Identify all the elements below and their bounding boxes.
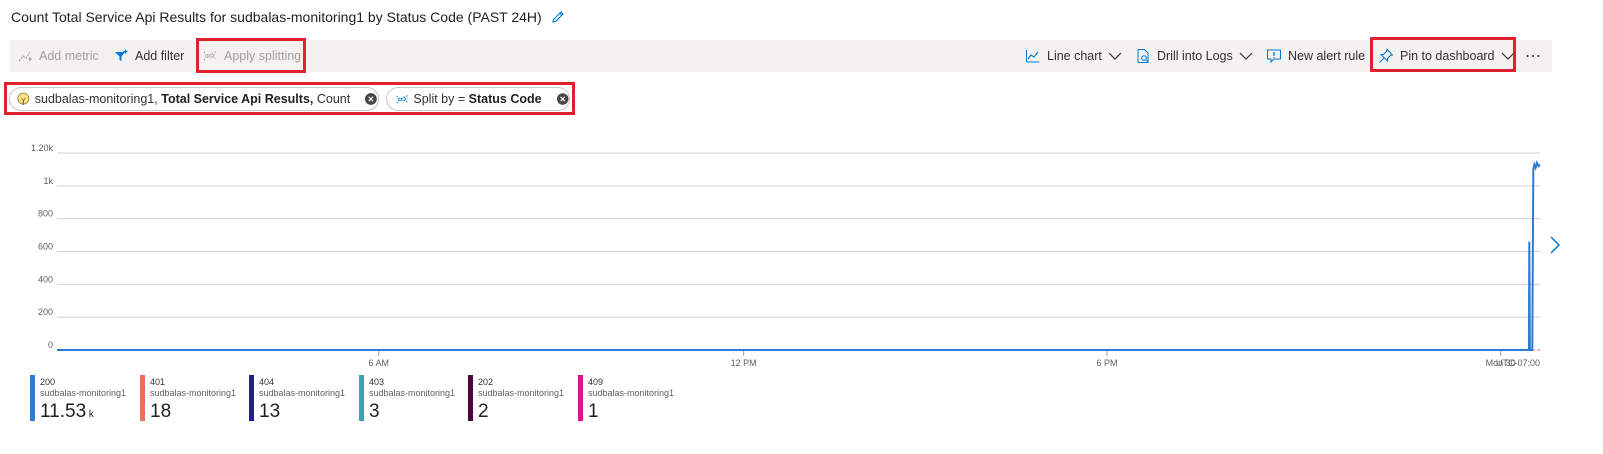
y-tick-label: 1k <box>43 176 53 186</box>
legend-value-unit: k <box>86 409 94 420</box>
x-tick-label: 12 PM <box>731 358 757 368</box>
legend-value-number: 1 <box>588 401 599 422</box>
split-pill[interactable]: Split by = Status Code <box>386 87 570 111</box>
legend-status-code: 200 <box>40 377 56 387</box>
close-icon[interactable] <box>364 92 378 106</box>
pin-to-dashboard-dropdown[interactable]: Pin to dashboard <box>1378 40 1515 72</box>
pin-to-dashboard-label: Pin to dashboard <box>1400 49 1495 63</box>
legend-color-swatch <box>578 375 583 421</box>
metric-pill-aggregation: Count <box>316 92 351 106</box>
split-pill-label: Split by = <box>413 92 466 106</box>
alert-icon <box>1267 49 1281 64</box>
y-tick-label: 600 <box>38 242 53 252</box>
line-chart-dropdown[interactable]: Line chart <box>1025 40 1122 72</box>
legend-status-code: 401 <box>150 377 166 387</box>
split-pill-value: Status Code <box>468 92 542 106</box>
legend-color-swatch <box>140 375 145 421</box>
x-tick-label: 6 PM <box>1096 358 1117 368</box>
splitting-icon <box>396 94 409 103</box>
legend-value: 11.53 k <box>40 401 94 423</box>
x-tick-label: 6 AM <box>369 358 390 368</box>
app-insights-icon <box>17 92 30 105</box>
legend-color-swatch <box>468 375 473 421</box>
legend-status-code: 403 <box>369 377 385 387</box>
legend-value: 13 <box>259 401 280 423</box>
legend-value-number: 18 <box>150 401 172 422</box>
legend-value: 1 <box>588 401 599 423</box>
legend-color-swatch <box>30 375 35 421</box>
metric-pill-metric: Total Service Api Results, <box>161 92 314 106</box>
legend-value: 2 <box>478 401 489 423</box>
page-title: Count Total Service Api Results for sudb… <box>11 9 542 25</box>
y-tick-label: 0 <box>48 340 53 350</box>
legend-value: 3 <box>369 401 380 423</box>
add-metric-button[interactable]: Add metric <box>17 40 99 72</box>
series-line-200 <box>57 160 1541 351</box>
line-chart-label: Line chart <box>1047 49 1102 63</box>
legend-color-swatch <box>249 375 254 421</box>
metric-pill-resource: sudbalas-monitoring1, <box>34 92 158 106</box>
chevron-right-icon[interactable] <box>1548 234 1562 256</box>
legend-value-number: 13 <box>259 401 281 422</box>
filter-icon <box>115 49 128 61</box>
pin-icon <box>1379 48 1394 63</box>
legend-status-code: 404 <box>259 377 275 387</box>
line-chart-icon <box>1026 50 1040 63</box>
legend-resource: sudbalas-monitoring1 <box>259 388 346 398</box>
legend-value-number: 11.53 <box>40 401 87 422</box>
new-alert-rule-button[interactable]: New alert rule <box>1266 40 1365 72</box>
apply-splitting-label: Apply splitting <box>224 49 302 63</box>
legend-value: 18 <box>150 401 171 423</box>
add-metric-icon <box>18 51 32 62</box>
chevron-down-icon <box>1108 52 1122 60</box>
y-tick-label: 800 <box>38 209 53 219</box>
legend-value-number: 3 <box>369 401 380 422</box>
line-chart: 1.20k1k80060040020006 AM 12 PM 6 PM Mon 30U… <box>31 143 1541 368</box>
apply-splitting-button[interactable]: Apply splitting <box>202 40 301 72</box>
splitting-icon <box>203 50 217 61</box>
chevron-down-icon <box>1501 52 1514 60</box>
y-tick-label: 1.20k <box>31 143 54 153</box>
pencil-edit-icon[interactable] <box>550 9 566 25</box>
add-filter-label: Add filter <box>135 49 185 63</box>
logs-icon <box>1137 49 1149 63</box>
timezone-label: UTC-07:00 <box>1496 358 1540 368</box>
legend-status-code: 409 <box>588 377 604 387</box>
add-filter-button[interactable]: Add filter <box>113 40 184 72</box>
legend-resource: sudbalas-monitoring1 <box>588 388 675 398</box>
new-alert-rule-label: New alert rule <box>1288 49 1366 63</box>
metric-pill[interactable]: sudbalas-monitoring1, Total Service Api … <box>9 87 379 111</box>
y-tick-label: 400 <box>38 274 53 284</box>
y-tick-label: 200 <box>38 307 53 317</box>
legend-color-swatch <box>359 375 364 421</box>
drill-into-logs-label: Drill into Logs <box>1157 49 1233 63</box>
legend-status-code: 202 <box>478 377 494 387</box>
legend-value-number: 2 <box>478 401 489 422</box>
chart-toolbar: Add metric Add filter Apply splitting Li… <box>10 40 1552 72</box>
more-options-button[interactable]: ⋯ <box>1525 40 1542 72</box>
legend-resource: sudbalas-monitoring1 <box>150 388 237 398</box>
legend-resource: sudbalas-monitoring1 <box>478 388 565 398</box>
close-icon[interactable] <box>556 92 569 106</box>
drill-into-logs-dropdown[interactable]: Drill into Logs <box>1135 40 1253 72</box>
chevron-down-icon <box>1239 52 1253 60</box>
add-metric-label: Add metric <box>39 49 99 63</box>
legend-resource: sudbalas-monitoring1 <box>40 388 127 398</box>
legend-resource: sudbalas-monitoring1 <box>369 388 456 398</box>
title-row: Count Total Service Api Results for sudb… <box>11 6 566 28</box>
